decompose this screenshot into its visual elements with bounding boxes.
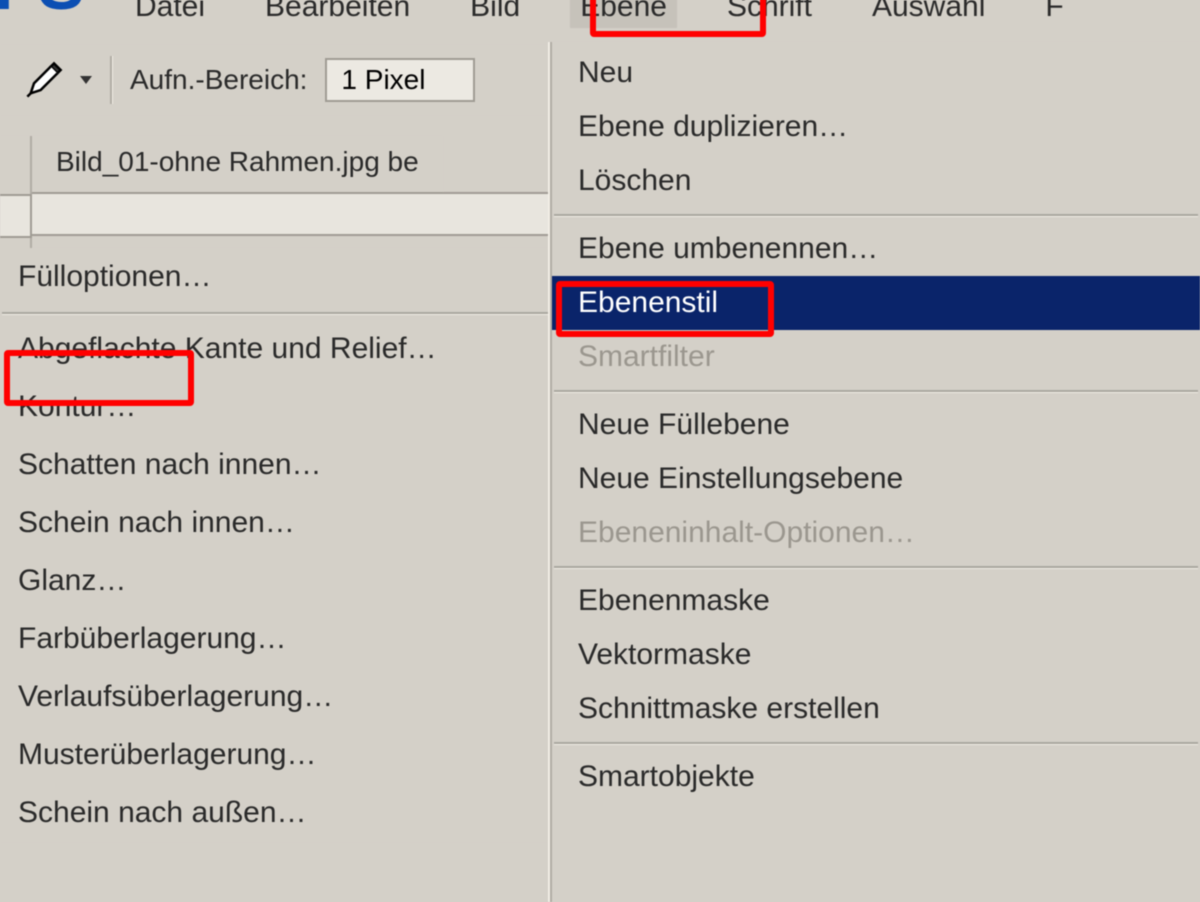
separator: [554, 390, 1198, 392]
menu-neue-fuellebene[interactable]: Neue Füllebene: [552, 398, 1200, 452]
options-toolbar: Aufn.-Bereich: 1 Pixel: [0, 45, 550, 115]
app-logo: PS: [0, 0, 81, 25]
menu-ebenenmaske[interactable]: Ebenenmaske: [552, 574, 1200, 628]
submenu-schatten-innen[interactable]: Schatten nach innen…: [0, 436, 550, 494]
layerstyle-submenu: Fülloptionen… Abgeflachte Kante und Reli…: [0, 248, 550, 842]
ruler-horizontal: 1: [32, 192, 550, 236]
menu-bild[interactable]: Bild: [460, 0, 530, 28]
menu-bearbeiten[interactable]: Bearbeiten: [255, 0, 420, 28]
sample-size-dropdown[interactable]: 1 Pixel: [325, 58, 475, 102]
menu-ebeneninhalt-optionen: Ebeneninhalt-Optionen…: [552, 506, 1200, 560]
menu-auswahl[interactable]: Auswahl: [862, 0, 995, 28]
submenu-abgeflachte-kante[interactable]: Abgeflachte Kante und Relief…: [0, 320, 550, 378]
sample-size-value: 1 Pixel: [341, 64, 425, 96]
submenu-schein-aussen[interactable]: Schein nach außen…: [0, 784, 550, 842]
document-tab[interactable]: Bild_01-ohne Rahmen.jpg be: [32, 136, 443, 192]
menu-neu[interactable]: Neu: [552, 46, 1200, 100]
separator: [2, 312, 548, 314]
eyedropper-icon[interactable]: [20, 56, 68, 104]
menu-ebene-umbenennen[interactable]: Ebene umbenennen…: [552, 222, 1200, 276]
menu-loeschen[interactable]: Löschen: [552, 154, 1200, 208]
separator: [554, 214, 1198, 216]
menu-ebenenstil[interactable]: Ebenenstil: [552, 276, 1200, 330]
document-tabs: Bild_01-ohne Rahmen.jpg be: [32, 136, 550, 192]
submenu-musterueberlagerung[interactable]: Musterüberlagerung…: [0, 726, 550, 784]
menubar: Datei Bearbeiten Bild Ebene Schrift Ausw…: [125, 0, 1200, 32]
submenu-kontur[interactable]: Kontur…: [0, 378, 550, 436]
menu-filter-partial[interactable]: F: [1035, 0, 1073, 28]
menu-smartfilter: Smartfilter: [552, 330, 1200, 384]
ruler-corner: [0, 194, 32, 238]
submenu-glanz[interactable]: Glanz…: [0, 552, 550, 610]
submenu-fuelloptionen[interactable]: Fülloptionen…: [0, 248, 550, 306]
menu-schnittmaske[interactable]: Schnittmaske erstellen: [552, 682, 1200, 736]
separator: [110, 56, 112, 104]
menu-vektormaske[interactable]: Vektormaske: [552, 628, 1200, 682]
submenu-farbueberlagerung[interactable]: Farbüberlagerung…: [0, 610, 550, 668]
sample-size-label: Aufn.-Bereich:: [130, 64, 307, 96]
ebene-dropdown-menu: Neu Ebene duplizieren… Löschen Ebene umb…: [550, 42, 1200, 902]
submenu-verlaufsueberlagerung[interactable]: Verlaufsüberlagerung…: [0, 668, 550, 726]
separator: [554, 742, 1198, 744]
menu-ebene[interactable]: Ebene: [570, 0, 677, 28]
menu-datei[interactable]: Datei: [125, 0, 215, 28]
menu-neue-einstellungsebene[interactable]: Neue Einstellungsebene: [552, 452, 1200, 506]
separator: [554, 566, 1198, 568]
menu-schrift[interactable]: Schrift: [717, 0, 822, 28]
menu-smartobjekte[interactable]: Smartobjekte: [552, 750, 1200, 804]
tool-dropdown-arrow-icon[interactable]: [80, 76, 92, 84]
submenu-schein-innen[interactable]: Schein nach innen…: [0, 494, 550, 552]
menu-ebene-duplizieren[interactable]: Ebene duplizieren…: [552, 100, 1200, 154]
